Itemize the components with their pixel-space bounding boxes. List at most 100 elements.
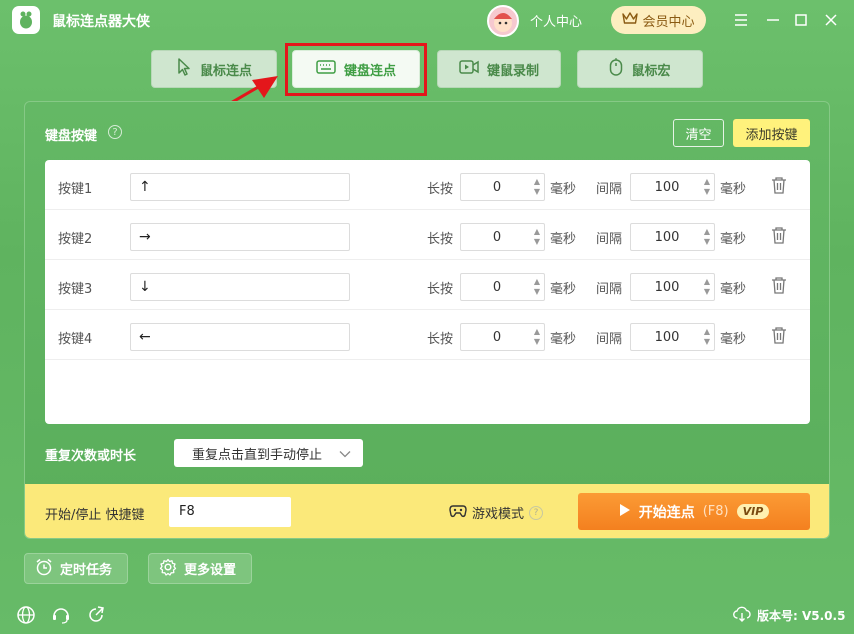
more-settings-label: 更多设置	[184, 563, 237, 578]
customer-service-icon[interactable]	[51, 605, 71, 625]
spinner-icon[interactable]: ▲ ▼	[532, 177, 542, 197]
add-key-button[interactable]: 添加按键	[733, 119, 810, 147]
version-label: 版本号: V5.0.5	[757, 609, 846, 623]
video-icon	[459, 59, 479, 79]
spinner-icon[interactable]: ▲ ▼	[532, 227, 542, 247]
hold-stepper[interactable]: 0 ▲ ▼	[460, 323, 545, 351]
avatar[interactable]	[487, 5, 519, 37]
key-list: 按键1 ↑ 长按 0 ▲ ▼ 毫秒 间隔 100 ▲ ▼ 毫秒 按键2 → 长按 0 ▲ ▼…	[45, 160, 810, 424]
spinner-icon[interactable]: ▲ ▼	[532, 327, 542, 347]
globe-icon[interactable]	[16, 605, 36, 625]
interval-label: 间隔	[596, 182, 623, 197]
spinner-icon[interactable]: ▲ ▼	[702, 227, 712, 247]
alarm-clock-icon	[35, 558, 53, 580]
key-row: 按键1 ↑ 长按 0 ▲ ▼ 毫秒 间隔 100 ▲ ▼ 毫秒	[45, 160, 810, 210]
hotkey-label: 开始/停止 快捷键	[45, 508, 145, 523]
interval-unit: 毫秒	[720, 232, 747, 247]
hold-label: 长按	[427, 182, 454, 197]
gamepad-icon	[449, 504, 467, 522]
interval-unit: 毫秒	[720, 182, 747, 197]
interval-value: 100	[654, 330, 680, 345]
interval-stepper[interactable]: 100 ▲ ▼	[630, 273, 715, 301]
tab-record[interactable]: 键鼠录制	[437, 50, 561, 88]
key-input[interactable]: →	[130, 223, 350, 251]
interval-value: 100	[654, 230, 680, 245]
more-settings-button[interactable]: 更多设置	[148, 553, 252, 584]
start-shortcut: (F8)	[702, 504, 729, 519]
repeat-select[interactable]: 重复点击直到手动停止	[174, 439, 363, 467]
title-bar: 鼠标连点器大侠 个人中心 会员中心	[0, 0, 854, 40]
interval-stepper[interactable]: 100 ▲ ▼	[630, 223, 715, 251]
app-title: 鼠标连点器大侠	[52, 14, 150, 30]
hold-label: 长按	[427, 232, 454, 247]
hotkey-input[interactable]: F8	[169, 497, 291, 527]
interval-stepper[interactable]: 100 ▲ ▼	[630, 173, 715, 201]
vip-center-button[interactable]: 会员中心	[611, 6, 706, 34]
interval-label: 间隔	[596, 332, 623, 347]
interval-value: 100	[654, 180, 680, 195]
crown-icon	[622, 11, 639, 29]
start-label: 开始连点	[638, 504, 695, 521]
interval-stepper[interactable]: 100 ▲ ▼	[630, 323, 715, 351]
menu-icon[interactable]	[731, 10, 751, 30]
chevron-down-icon	[339, 447, 351, 462]
maximize-icon[interactable]	[791, 10, 811, 30]
hold-value: 0	[492, 330, 502, 345]
minimize-icon[interactable]	[763, 10, 783, 30]
hold-value: 0	[492, 180, 502, 195]
delete-icon[interactable]	[771, 176, 787, 194]
tab-mouse-macro[interactable]: 鼠标宏	[577, 50, 703, 88]
repeat-label: 重复次数或时长	[45, 449, 137, 464]
scheduled-task-button[interactable]: 定时任务	[24, 553, 128, 584]
spinner-icon[interactable]: ▲ ▼	[702, 327, 712, 347]
delete-icon[interactable]	[771, 326, 787, 344]
tab-label: 鼠标宏	[631, 63, 671, 79]
spinner-icon[interactable]: ▲ ▼	[702, 177, 712, 197]
share-icon[interactable]	[86, 605, 106, 625]
clear-button[interactable]: 清空	[673, 119, 724, 147]
hold-stepper[interactable]: 0 ▲ ▼	[460, 223, 545, 251]
key-row-label: 按键3	[58, 282, 93, 297]
start-click-button[interactable]: 开始连点 (F8) VIP	[578, 493, 810, 530]
hold-stepper[interactable]: 0 ▲ ▼	[460, 173, 545, 201]
hold-unit: 毫秒	[550, 282, 577, 297]
key-row-label: 按键2	[58, 232, 93, 247]
game-mode-toggle[interactable]: 游戏模式 ?	[449, 503, 544, 522]
delete-icon[interactable]	[771, 276, 787, 294]
close-icon[interactable]	[821, 10, 841, 30]
mouse-icon	[609, 57, 623, 81]
interval-value: 100	[654, 280, 680, 295]
action-bar: 开始/停止 快捷键 F8 游戏模式 ? 开始连点 (F8) VIP	[25, 484, 829, 538]
delete-icon[interactable]	[771, 226, 787, 244]
key-input[interactable]: ←	[130, 323, 350, 351]
tab-label: 键鼠录制	[486, 63, 539, 79]
key-row: 按键2 → 长按 0 ▲ ▼ 毫秒 间隔 100 ▲ ▼ 毫秒	[45, 210, 810, 260]
version-info[interactable]: 版本号: V5.0.5	[733, 606, 845, 625]
spinner-icon[interactable]: ▲ ▼	[702, 277, 712, 297]
personal-center-link[interactable]: 个人中心	[530, 11, 582, 30]
spinner-icon[interactable]: ▲ ▼	[532, 277, 542, 297]
repeat-value: 重复点击直到手动停止	[192, 447, 323, 463]
interval-unit: 毫秒	[720, 282, 747, 297]
key-input[interactable]: ↓	[130, 273, 350, 301]
app-logo	[12, 6, 40, 34]
hold-label: 长按	[427, 282, 454, 297]
hold-unit: 毫秒	[550, 182, 577, 197]
cloud-download-icon	[733, 606, 751, 625]
key-row: 按键3 ↓ 长按 0 ▲ ▼ 毫秒 间隔 100 ▲ ▼ 毫秒	[45, 260, 810, 310]
help-icon[interactable]: ?	[108, 125, 122, 139]
active-tab-highlight-box	[285, 43, 427, 96]
vip-badge: VIP	[736, 504, 770, 519]
help-icon[interactable]: ?	[529, 505, 544, 520]
key-row: 按键4 ← 长按 0 ▲ ▼ 毫秒 间隔 100 ▲ ▼ 毫秒	[45, 310, 810, 360]
key-input[interactable]: ↑	[130, 173, 350, 201]
scheduled-task-label: 定时任务	[60, 563, 113, 578]
hold-unit: 毫秒	[550, 232, 577, 247]
play-icon	[619, 503, 631, 521]
hold-stepper[interactable]: 0 ▲ ▼	[460, 273, 545, 301]
interval-label: 间隔	[596, 282, 623, 297]
gear-icon	[159, 558, 177, 580]
hold-unit: 毫秒	[550, 332, 577, 347]
hold-label: 长按	[427, 332, 454, 347]
key-row-label: 按键4	[58, 332, 93, 347]
